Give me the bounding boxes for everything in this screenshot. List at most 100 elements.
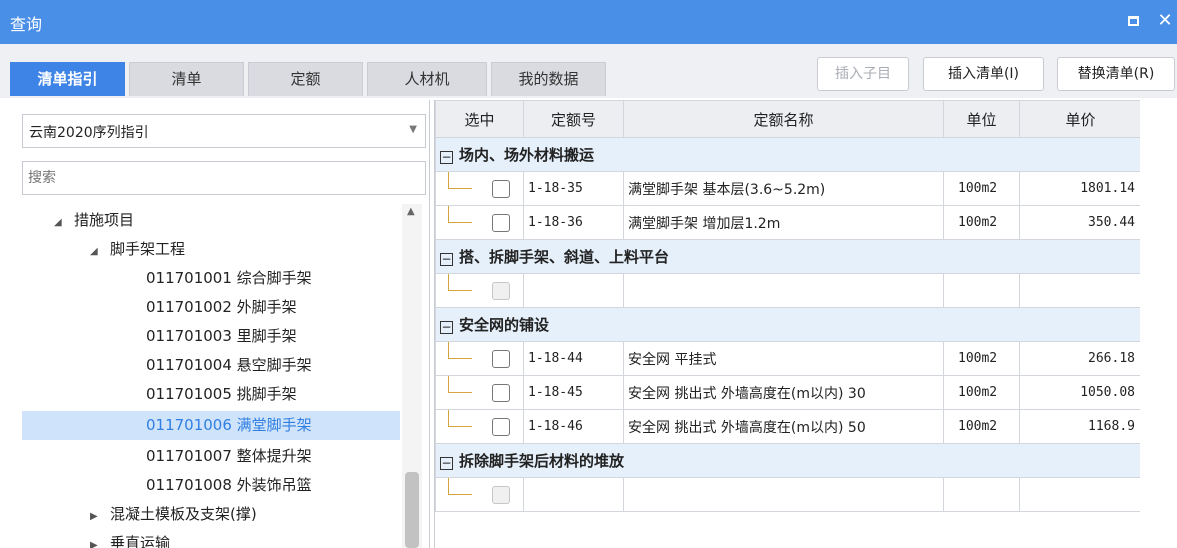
group-row[interactable]: − 安全网的铺设 — [435, 307, 1142, 342]
tree-node[interactable]: 011701005 挑脚手架 — [146, 380, 297, 409]
quota-name: 安全网 平挂式 — [623, 341, 944, 376]
quota-code: 1-18-46 — [523, 409, 624, 444]
column-header[interactable]: 单价 — [1019, 100, 1142, 138]
collapse-icon[interactable]: − — [440, 321, 453, 334]
tab-bar: 清单指引 清单 定额 人材机 我的数据 插入子目 插入清单(I) 替换清单(R) — [0, 44, 1177, 98]
column-header[interactable]: 单位 — [943, 100, 1020, 138]
collapse-icon[interactable]: ◢ — [90, 237, 110, 266]
tree-node[interactable]: 011701001 综合脚手架 — [146, 264, 312, 293]
tab-labor-material-machine[interactable]: 人材机 — [367, 62, 487, 96]
quota-code: 1-18-45 — [523, 375, 624, 410]
tree-node[interactable]: 011701004 悬空脚手架 — [146, 351, 312, 380]
empty-cell — [523, 273, 624, 308]
tab-my-data[interactable]: 我的数据 — [491, 62, 606, 96]
tree-connector — [448, 206, 472, 223]
tree-scrollbar[interactable]: ▲ — [402, 204, 422, 548]
table-header: 选中 定额号 定额名称 单位 单价 — [435, 100, 1142, 138]
row-checkbox[interactable] — [492, 384, 510, 402]
collapse-icon[interactable]: ◢ — [54, 208, 74, 237]
tree-connector — [448, 172, 472, 189]
insert-child-button[interactable]: 插入子目 — [817, 57, 909, 91]
quota-name: 满堂脚手架 基本层(3.6~5.2m) — [623, 171, 944, 206]
right-gutter — [1140, 100, 1177, 548]
guide-select[interactable]: 云南2020序列指引 ▼ — [22, 114, 426, 148]
table-row[interactable]: 1-18-44 安全网 平挂式 100m2 266.18 — [435, 341, 1142, 376]
expand-icon[interactable]: ▶ — [90, 531, 110, 548]
maximize-icon[interactable] — [1125, 12, 1141, 30]
group-row[interactable]: − 场内、场外材料搬运 — [435, 137, 1142, 172]
title-bar: 查询 ✕ — [0, 0, 1177, 44]
row-checkbox[interactable] — [492, 350, 510, 368]
quota-name: 满堂脚手架 增加层1.2m — [623, 205, 944, 240]
tree-node[interactable]: 011701003 里脚手架 — [146, 322, 297, 351]
row-checkbox[interactable] — [492, 180, 510, 198]
row-checkbox[interactable] — [492, 214, 510, 232]
quota-unit: 100m2 — [943, 375, 1020, 410]
table-row[interactable]: 1-18-36 满堂脚手架 增加层1.2m 100m2 350.44 — [435, 205, 1142, 240]
empty-cell — [943, 273, 1020, 308]
table-row[interactable]: 1-18-35 满堂脚手架 基本层(3.6~5.2m) 100m2 1801.1… — [435, 171, 1142, 206]
tree-node-selected[interactable]: 011701006 满堂脚手架 — [22, 411, 400, 440]
quota-grid: 选中 定额号 定额名称 单位 单价 − 场内、场外材料搬运 1-18-35 满堂脚… — [434, 100, 1142, 548]
tree-node[interactable]: 011701002 外脚手架 — [146, 293, 297, 322]
quota-price: 1801.14 — [1019, 171, 1142, 206]
empty-cell — [943, 477, 1020, 512]
insert-list-button[interactable]: 插入清单(I) — [923, 57, 1044, 91]
quota-unit: 100m2 — [943, 409, 1020, 444]
quota-price: 266.18 — [1019, 341, 1142, 376]
quota-price: 1168.9 — [1019, 409, 1142, 444]
window-title: 查询 — [10, 15, 43, 34]
tree-node[interactable]: ◢ 措施项目 — [54, 206, 134, 235]
row-checkbox[interactable] — [492, 418, 510, 436]
empty-cell — [623, 477, 944, 512]
tree-connector — [448, 478, 472, 495]
group-row[interactable]: − 拆除脚手架后材料的堆放 — [435, 443, 1142, 478]
tab-list-guide[interactable]: 清单指引 — [10, 62, 125, 96]
tree-node[interactable]: ▶ 混凝土模板及支架(撑) — [90, 500, 257, 529]
tab-quota[interactable]: 定额 — [248, 62, 363, 96]
empty-cell — [623, 273, 944, 308]
column-header[interactable]: 定额号 — [523, 100, 624, 138]
tree-connector — [448, 342, 472, 359]
row-checkbox-disabled — [492, 486, 510, 504]
quota-code: 1-18-44 — [523, 341, 624, 376]
guide-select-value: 云南2020序列指引 — [29, 125, 149, 141]
table-row[interactable]: 1-18-45 安全网 挑出式 外墙高度在(m以内) 30 100m2 1050… — [435, 375, 1142, 410]
chevron-down-icon: ▼ — [409, 124, 417, 135]
tree-node[interactable]: ▶ 垂直运输 — [90, 529, 170, 548]
empty-cell — [1019, 273, 1142, 308]
quota-code: 1-18-36 — [523, 205, 624, 240]
tree-connector — [448, 376, 472, 393]
column-header[interactable]: 定额名称 — [623, 100, 944, 138]
quota-price: 1050.08 — [1019, 375, 1142, 410]
scrollbar-thumb[interactable] — [405, 472, 419, 548]
close-icon[interactable]: ✕ — [1157, 12, 1173, 30]
quota-name: 安全网 挑出式 外墙高度在(m以内) 30 — [623, 375, 944, 410]
quota-table: 选中 定额号 定额名称 单位 单价 − 场内、场外材料搬运 1-18-35 满堂脚… — [435, 100, 1142, 512]
empty-cell — [523, 477, 624, 512]
tree-connector — [448, 410, 472, 427]
scroll-up-icon[interactable]: ▲ — [407, 206, 415, 217]
quota-code: 1-18-35 — [523, 171, 624, 206]
empty-cell — [1019, 477, 1142, 512]
tree-node[interactable]: 011701008 外装饰吊篮 — [146, 471, 312, 500]
tree-node[interactable]: ◢ 脚手架工程 — [90, 235, 185, 264]
replace-list-button[interactable]: 替换清单(R) — [1057, 57, 1175, 91]
table-row[interactable]: 1-18-46 安全网 挑出式 外墙高度在(m以内) 50 100m2 1168… — [435, 409, 1142, 444]
search-input[interactable] — [22, 161, 426, 195]
tree-view: ◢ 措施项目 ◢ 脚手架工程 011701001 综合脚手架 011701002 外… — [8, 204, 400, 548]
column-header[interactable]: 选中 — [435, 100, 524, 138]
collapse-icon[interactable]: − — [440, 457, 453, 470]
quota-unit: 100m2 — [943, 341, 1020, 376]
quota-unit: 100m2 — [943, 171, 1020, 206]
tree-node[interactable]: 011701007 整体提升架 — [146, 442, 312, 471]
quota-unit: 100m2 — [943, 205, 1020, 240]
quota-price: 350.44 — [1019, 205, 1142, 240]
group-row[interactable]: − 搭、拆脚手架、斜道、上料平台 — [435, 239, 1142, 274]
collapse-icon[interactable]: − — [440, 151, 453, 164]
collapse-icon[interactable]: − — [440, 253, 453, 266]
table-row — [435, 273, 1142, 308]
expand-icon[interactable]: ▶ — [90, 502, 110, 531]
row-checkbox-disabled — [492, 282, 510, 300]
tab-list[interactable]: 清单 — [129, 62, 244, 96]
